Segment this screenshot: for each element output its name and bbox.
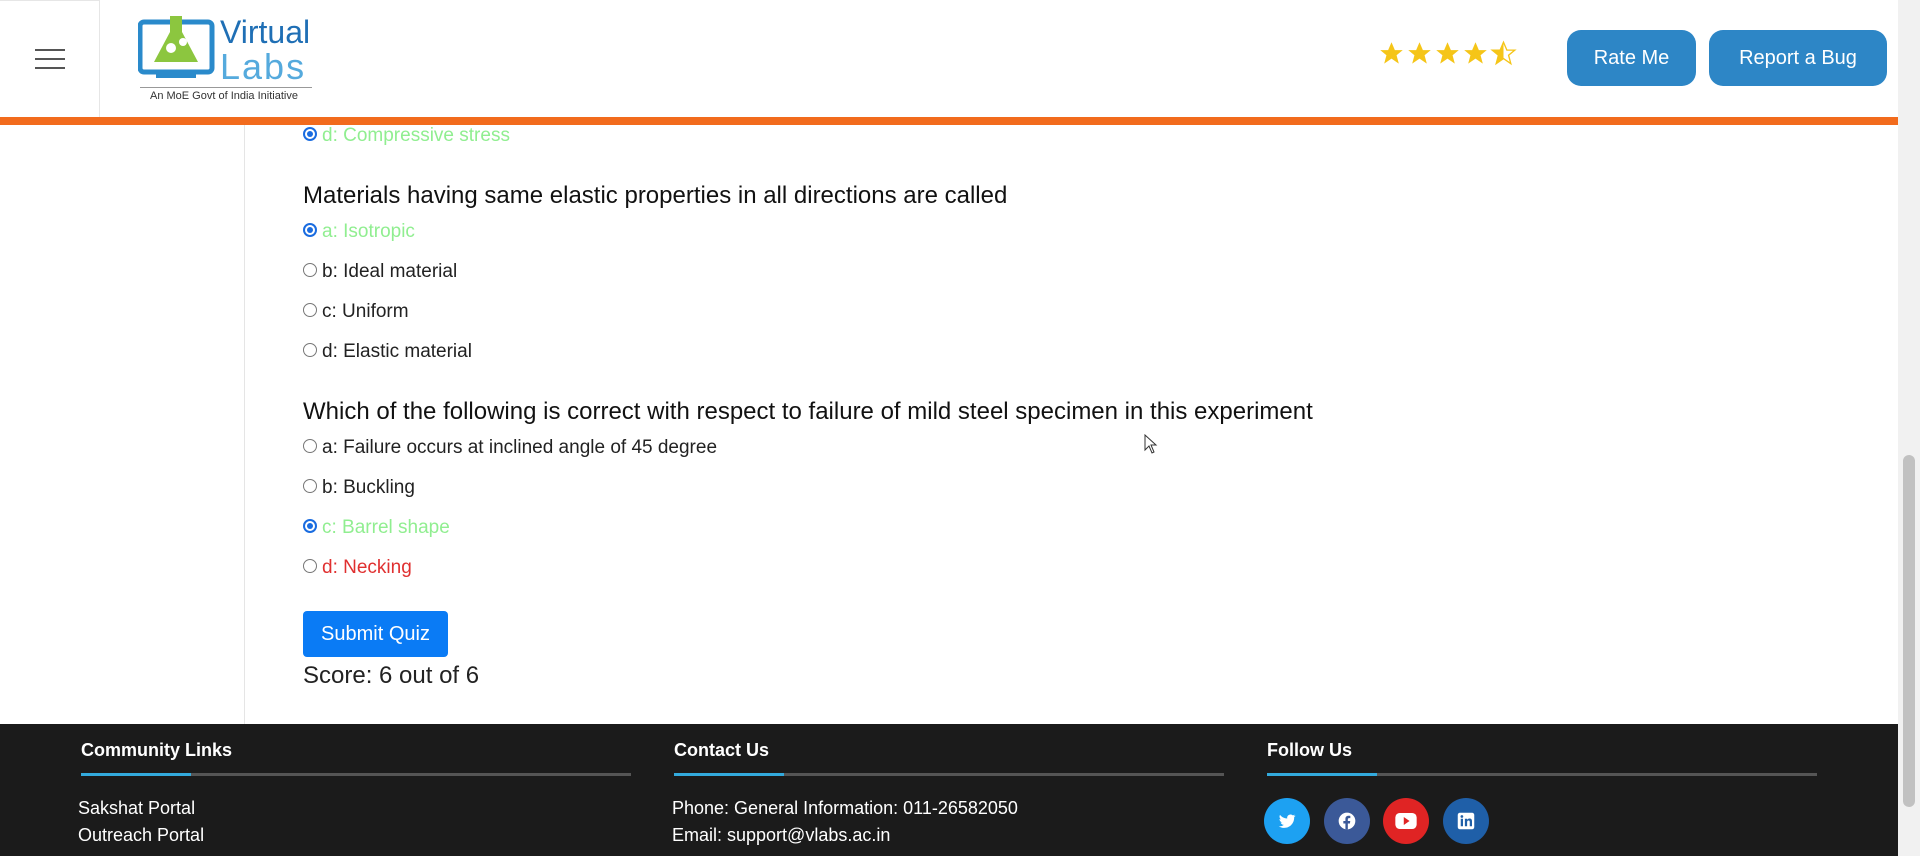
footer-link-sakshat[interactable]: Sakshat Portal [78,798,195,819]
option-label: c: Barrel shape [322,517,450,538]
quiz-option[interactable]: b: Buckling [303,477,415,499]
radio-button[interactable] [303,559,317,573]
footer-contact-title: Contact Us [674,740,770,760]
scrollbar-thumb[interactable] [1903,455,1915,807]
linkedin-in-icon [1457,812,1475,830]
footer-follow-title: Follow Us [1267,740,1352,760]
facebook-icon[interactable] [1324,798,1370,844]
youtube-icon[interactable] [1383,798,1429,844]
twitter-bird-icon [1278,814,1296,828]
footer-email[interactable]: Email: support@vlabs.ac.in [672,825,890,846]
option-label: d: Elastic material [322,341,472,362]
report-bug-button[interactable]: Report a Bug [1709,30,1887,86]
logo-divider [140,87,312,88]
rating-stars [1378,40,1517,67]
radio-button[interactable] [303,223,317,237]
twitter-icon[interactable] [1264,798,1310,844]
quiz-option[interactable]: c: Uniform [303,301,409,323]
star-full-icon [1380,42,1403,64]
sidebar-divider [244,125,245,724]
quiz-option[interactable]: a: Isotropic [303,221,415,243]
option-label: c: Uniform [322,301,409,322]
logo-word-labs: Labs [220,46,307,87]
footer-divider [1267,773,1817,776]
option-label: b: Buckling [322,477,415,498]
radio-button[interactable] [303,343,317,357]
header-accent-bar [0,117,1898,125]
radio-button[interactable] [303,303,317,317]
submit-quiz-button[interactable]: Submit Quiz [303,611,448,657]
mouse-cursor-icon [1144,434,1158,454]
radio-button[interactable] [303,519,317,533]
footer-community-title: Community Links [81,740,233,760]
footer-divider [81,773,631,776]
youtube-play-icon [1395,813,1417,829]
logo-tagline: An MoE Govt of India Initiative [150,90,298,102]
quiz-option[interactable]: c: Barrel shape [303,517,450,539]
site-header: Virtual Labs An MoE Govt of India Initia… [0,0,1898,117]
flask-logo-icon [138,16,215,78]
facebook-f-icon [1338,812,1356,830]
score-text: Score: 6 out of 6 [303,662,480,689]
star-full-icon [1464,42,1487,64]
radio-button[interactable] [303,479,317,493]
quiz-option[interactable]: b: Ideal material [303,261,457,283]
star-full-icon [1408,42,1431,64]
linkedin-icon[interactable] [1443,798,1489,844]
radio-button[interactable] [303,127,317,141]
option-label: d: Necking [322,557,412,578]
virtual-labs-logo[interactable]: Virtual Labs An MoE Govt of India Initia… [138,10,316,106]
rate-me-button[interactable]: Rate Me [1567,30,1696,86]
radio-button[interactable] [303,439,317,453]
quiz-option[interactable]: d: Necking [303,557,412,579]
footer-divider [674,773,1224,776]
option-label: a: Failure occurs at inclined angle of 4… [322,437,718,458]
page-scrollbar[interactable] [1898,0,1920,856]
footer-phone: Phone: General Information: 011-26582050 [672,798,1018,818]
quiz-option[interactable]: a: Failure occurs at inclined angle of 4… [303,437,717,459]
hamburger-icon [34,49,65,69]
star-half-icon [1490,40,1517,66]
menu-button[interactable] [0,0,100,117]
quiz-option[interactable]: d: Compressive stress [303,125,510,147]
star-full-icon [1436,42,1459,64]
question-text: Materials having same elastic properties… [303,182,1008,209]
option-label: d: Compressive stress [322,125,510,146]
footer-link-outreach[interactable]: Outreach Portal [78,825,204,846]
option-label: b: Ideal material [322,261,458,282]
radio-button[interactable] [303,263,317,277]
option-label: a: Isotropic [322,221,415,242]
question-text: Which of the following is correct with r… [303,398,1313,425]
quiz-option[interactable]: d: Elastic material [303,341,472,363]
site-footer: Community Links Sakshat Portal Outreach … [0,724,1898,856]
